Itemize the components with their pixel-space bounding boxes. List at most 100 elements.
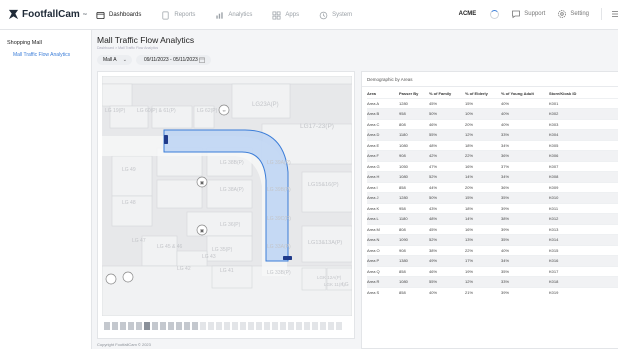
support-button[interactable]: Support — [511, 9, 545, 19]
breadcrumb[interactable]: Dashboard > Mall Traffic Flow Analytics — [97, 46, 158, 50]
zoom-thumbnail[interactable] — [336, 322, 342, 330]
nav-system[interactable]: System — [319, 9, 352, 21]
date-range-picker[interactable]: 09/11/2023 - 05/11/2023 — [136, 55, 211, 65]
zoom-thumbnail[interactable] — [192, 322, 198, 330]
calendar-icon — [199, 57, 205, 63]
zoom-thumbnail[interactable] — [248, 322, 254, 330]
table-cell: K002 — [549, 108, 618, 119]
table-row[interactable]: Area P 1380 49% 17% 34% K016 — [367, 255, 618, 266]
zoom-thumbnail[interactable] — [168, 322, 174, 330]
map-unit-label: LGK 12A(P) — [317, 275, 342, 280]
table-cell: Area M — [367, 226, 380, 232]
table-cell: 18% — [465, 142, 474, 148]
table-row[interactable]: Area R 1080 55% 12% 33% K018 — [367, 276, 618, 287]
zoom-thumbnail[interactable] — [184, 322, 190, 330]
setting-button[interactable]: Setting — [557, 9, 589, 19]
zoom-thumbnail[interactable] — [200, 322, 206, 330]
column-header[interactable]: % of Family — [429, 89, 465, 98]
table-row[interactable]: Area A 1280 45% 15% 40% K001 — [367, 98, 618, 109]
menu-icon[interactable] — [612, 9, 618, 19]
table-row[interactable]: Area M 808 45% 16% 39% K013 — [367, 224, 618, 235]
table-cell: Area K — [367, 205, 380, 211]
table-row[interactable]: Area I 858 44% 20% 36% K009 — [367, 182, 618, 193]
table-cell: Area A — [367, 100, 380, 106]
zoom-thumbnail[interactable] — [216, 322, 222, 330]
table-row[interactable]: Area D 1180 55% 12% 33% K004 — [367, 129, 618, 140]
zoom-thumbnail[interactable] — [152, 322, 158, 330]
column-header[interactable]: Area — [367, 89, 399, 98]
table-row[interactable]: Area B 958 50% 10% 40% K002 — [367, 108, 618, 119]
table-row[interactable]: Area H 1080 52% 14% 34% K008 — [367, 171, 618, 182]
table-row[interactable]: Area J 1280 50% 15% 35% K010 — [367, 192, 618, 203]
zoom-thumbnail[interactable] — [120, 322, 126, 330]
table-header-row: Area Passer By% of Family% of Elderly% of… — [367, 89, 618, 98]
zoom-thumbnail[interactable] — [128, 322, 134, 330]
table-cell: 12% — [465, 276, 501, 287]
zoom-thumbnail[interactable] — [208, 322, 214, 330]
column-header[interactable]: Passer By — [399, 89, 429, 98]
clock-icon — [319, 11, 328, 19]
zoom-thumbnail[interactable] — [240, 322, 246, 330]
table-row[interactable]: Area Q 858 46% 19% 35% K017 — [367, 266, 618, 277]
zoom-thumbnail[interactable] — [296, 322, 302, 330]
svg-text:▣: ▣ — [200, 228, 205, 233]
nav-dashboards[interactable]: Dashboards — [96, 9, 141, 21]
table-cell: Area P — [367, 255, 399, 266]
zoom-thumbnail[interactable] — [136, 322, 142, 330]
zoom-thumbnail[interactable] — [232, 322, 238, 330]
zoom-thumbnail[interactable] — [104, 322, 110, 330]
zoom-thumbnail[interactable] — [264, 322, 270, 330]
sensor-icon[interactable] — [164, 135, 168, 144]
zoom-thumbnail[interactable] — [112, 322, 118, 330]
zoom-thumbnail[interactable] — [224, 322, 230, 330]
table-cell: K005 — [549, 142, 559, 148]
map-unit-label: LG 45 & 46 — [157, 244, 183, 250]
org-name[interactable]: ACME — [459, 11, 477, 17]
table-row[interactable]: Area G 1050 47% 16% 37% K007 — [367, 161, 618, 172]
map-unit-label: LG 49 — [122, 167, 136, 173]
zoom-thumbnail[interactable] — [256, 322, 262, 330]
table-row[interactable]: Area C 808 46% 20% 40% K003 — [367, 119, 618, 130]
table-row[interactable]: Area S 858 40% 21% 39% K019 — [367, 287, 618, 298]
nav-analytics[interactable]: Analytics — [215, 9, 252, 21]
table-cell: 47% — [429, 163, 438, 169]
zoom-thumbnail[interactable] — [144, 322, 150, 330]
table-cell: K017 — [549, 268, 559, 274]
nav-apps[interactable]: Apps — [272, 9, 299, 21]
zoom-thumbnail[interactable] — [272, 322, 278, 330]
zoom-thumbnail[interactable] — [288, 322, 294, 330]
table-cell: 19% — [465, 268, 474, 274]
zoom-thumbnails[interactable] — [104, 322, 342, 330]
zoom-thumbnail[interactable] — [312, 322, 318, 330]
table-cell: 35% — [501, 268, 510, 274]
floor-map[interactable]: ∞ ▣ ▣ LG 19(P) LG 60(P) & 61(P) LG 62(P) LG… — [102, 76, 352, 316]
table-cell: 44% — [429, 184, 438, 190]
table-row[interactable]: Area E 1080 48% 18% 34% K005 — [367, 140, 618, 151]
table-cell: Area L — [367, 213, 399, 224]
table-row[interactable]: Area K 958 43% 18% 39% K011 — [367, 203, 618, 214]
zoom-thumbnail[interactable] — [328, 322, 334, 330]
table-row[interactable]: Area L 1180 48% 14% 38% K012 — [367, 213, 618, 224]
zoom-thumbnail[interactable] — [280, 322, 286, 330]
site-select[interactable]: Mall A ⌄ — [97, 55, 132, 65]
map-unit-label: LG 19(P) — [105, 108, 126, 114]
column-header[interactable]: Store/Kiosk ID — [549, 89, 618, 98]
zoom-thumbnail[interactable] — [320, 322, 326, 330]
zoom-thumbnail[interactable] — [304, 322, 310, 330]
table-cell: 808 — [399, 226, 406, 232]
nav-reports[interactable]: Reports — [161, 9, 195, 21]
table-cell: 21% — [465, 290, 474, 295]
map-unit-label: LG — [342, 282, 349, 288]
sidebar-item-mall-traffic[interactable]: Mall Traffic Flow Analytics — [13, 52, 70, 58]
zoom-thumbnail[interactable] — [160, 322, 166, 330]
table-cell: Area I — [367, 184, 378, 190]
zoom-thumbnail[interactable] — [176, 322, 182, 330]
table-row[interactable]: Area N 1090 52% 13% 35% K014 — [367, 234, 618, 245]
sensor-icon[interactable] — [283, 256, 292, 260]
column-header[interactable]: % of Young Adult — [501, 89, 549, 98]
table-row[interactable]: Area O 908 38% 22% 40% K015 — [367, 245, 618, 256]
brand-logo[interactable]: FootfallCam ™ — [8, 9, 87, 20]
column-header[interactable]: % of Elderly — [465, 89, 501, 98]
table-row[interactable]: Area F 908 42% 22% 36% K006 — [367, 150, 618, 161]
table-cell: K009 — [549, 184, 559, 190]
